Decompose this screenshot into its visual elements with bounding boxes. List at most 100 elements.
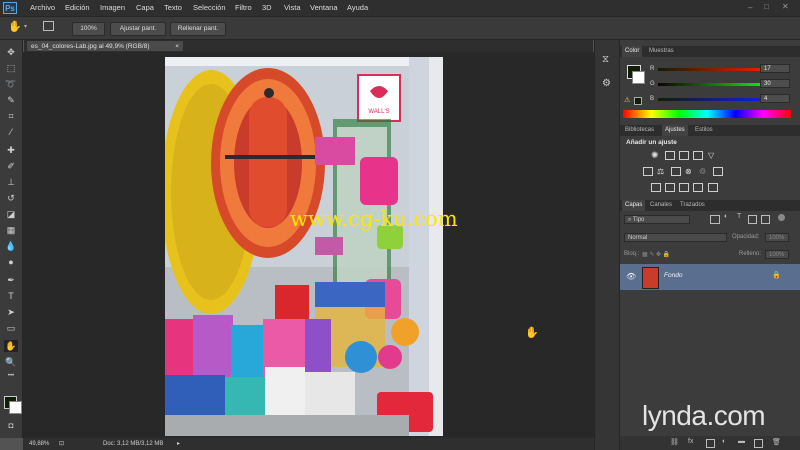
channel-b-value[interactable]: 4: [760, 94, 790, 103]
opacity-field[interactable]: 100%: [765, 233, 789, 242]
pen-tool-icon[interactable]: ✒: [4, 274, 18, 286]
brush-tool-icon[interactable]: ✐: [4, 160, 18, 172]
filter-shape-icon[interactable]: [748, 215, 757, 224]
menu-texto[interactable]: Texto: [164, 3, 182, 12]
gradient-map-icon[interactable]: [708, 183, 718, 192]
background-color-swatch[interactable]: [9, 401, 22, 414]
levels-icon[interactable]: [665, 151, 675, 160]
fill-field[interactable]: 100%: [765, 250, 789, 259]
tab-paths[interactable]: Trazados: [677, 200, 708, 211]
zoom-100-button[interactable]: 100%: [72, 22, 105, 36]
menu-ventana[interactable]: Ventana: [310, 3, 338, 12]
history-panel-icon[interactable]: ⧖: [602, 54, 609, 65]
lasso-tool-icon[interactable]: ➰: [4, 78, 18, 90]
maximize-icon[interactable]: □: [764, 2, 769, 11]
layer-filter-select[interactable]: ⌕ Tipo: [624, 215, 690, 224]
filter-type-icon[interactable]: T: [737, 213, 741, 220]
threshold-icon[interactable]: [679, 183, 689, 192]
close-window-icon[interactable]: ✕: [782, 2, 789, 11]
menu-vista[interactable]: Vista: [284, 3, 301, 12]
quick-selection-icon[interactable]: ✎: [4, 94, 18, 106]
dodge-tool-icon[interactable]: ●: [4, 256, 18, 268]
menu-3d[interactable]: 3D: [262, 3, 272, 12]
visibility-eye-icon[interactable]: 👁: [626, 272, 636, 281]
move-tool-icon[interactable]: ✥: [4, 46, 18, 58]
healing-brush-icon[interactable]: ✚: [4, 144, 18, 156]
tab-layers[interactable]: Capas: [622, 200, 646, 211]
clone-stamp-icon[interactable]: ⊥: [4, 176, 18, 188]
add-mask-icon[interactable]: [706, 439, 715, 448]
menu-ayuda[interactable]: Ayuda: [347, 3, 368, 12]
document-tab[interactable]: es_04_colores-Lab.jpg al 49,9% (RGB/8) ×: [26, 40, 184, 51]
new-layer-icon[interactable]: [754, 439, 763, 448]
filter-pixel-icon[interactable]: [710, 215, 720, 224]
filter-smart-icon[interactable]: [761, 215, 770, 224]
layer-row[interactable]: 👁 Fondo 🔒: [620, 264, 800, 290]
fill-screen-button[interactable]: Rellenar pant.: [170, 22, 226, 36]
photo-filter-icon[interactable]: ⊗: [685, 167, 695, 176]
type-tool-icon[interactable]: T: [4, 290, 18, 302]
eyedropper-tool-icon[interactable]: ⁄: [4, 126, 18, 138]
tab-channels[interactable]: Canales: [647, 200, 675, 211]
menu-imagen[interactable]: Imagen: [100, 3, 125, 12]
new-adjustment-icon[interactable]: ◐: [722, 438, 726, 445]
filter-adjust-icon[interactable]: ◐: [724, 213, 728, 220]
close-tab-icon[interactable]: ×: [175, 41, 179, 52]
color-lookup-icon[interactable]: [713, 167, 723, 176]
edit-toolbar-icon[interactable]: •••: [4, 370, 18, 382]
menu-edicion[interactable]: Edición: [65, 3, 90, 12]
black-white-icon[interactable]: [671, 167, 681, 176]
blur-tool-icon[interactable]: 💧: [4, 240, 18, 252]
fit-screen-button[interactable]: Ajustar pant.: [110, 22, 166, 36]
rectangle-tool-icon[interactable]: ▭: [4, 322, 18, 334]
chevron-down-icon[interactable]: ▾: [24, 23, 27, 30]
fx-icon[interactable]: fx: [688, 438, 693, 445]
tab-libraries[interactable]: Bibliotecas: [622, 125, 657, 136]
brightness-icon[interactable]: ✺: [651, 151, 661, 160]
channel-r-slider[interactable]: [658, 68, 773, 71]
gradient-tool-icon[interactable]: ▦: [4, 224, 18, 236]
selective-color-icon[interactable]: [693, 183, 703, 192]
color-background-swatch[interactable]: [632, 71, 645, 84]
blend-mode-select[interactable]: Normal: [624, 233, 727, 242]
trash-icon[interactable]: 🗑: [772, 438, 781, 446]
menu-capa[interactable]: Capa: [136, 3, 154, 12]
vibrance-icon[interactable]: ▽: [708, 151, 718, 160]
marquee-tool-icon[interactable]: ⬚: [4, 62, 18, 74]
hand-tool-icon[interactable]: ✋: [8, 20, 22, 33]
minimize-icon[interactable]: ‒: [748, 3, 752, 12]
zoom-level[interactable]: 49,88%: [29, 438, 49, 450]
layer-name[interactable]: Fondo: [664, 272, 682, 279]
properties-panel-icon[interactable]: ⚙: [602, 78, 611, 89]
menu-archivo[interactable]: Archivo: [30, 3, 55, 12]
new-group-icon[interactable]: ▬: [738, 438, 745, 445]
crop-tool-icon[interactable]: ⌗: [4, 110, 18, 122]
zoom-tool-icon[interactable]: 🔍: [4, 356, 18, 368]
eraser-tool-icon[interactable]: ◪: [4, 208, 18, 220]
quick-mask-icon[interactable]: ◘: [4, 420, 18, 432]
menu-seleccion[interactable]: Selección: [193, 3, 226, 12]
hand-tool-icon[interactable]: ✋: [4, 340, 18, 352]
color-balance-icon[interactable]: ⚖: [657, 167, 667, 176]
channel-b-slider[interactable]: [658, 98, 773, 101]
channel-mixer-icon[interactable]: ♲: [699, 167, 709, 176]
channel-g-slider[interactable]: [658, 83, 773, 86]
filter-toggle[interactable]: [778, 214, 785, 221]
color-spectrum-bar[interactable]: [623, 110, 791, 118]
menu-filtro[interactable]: Filtro: [235, 3, 252, 12]
channel-g-value[interactable]: 30: [760, 79, 790, 88]
exposure-icon[interactable]: [693, 151, 703, 160]
tab-swatches[interactable]: Muestras: [646, 46, 677, 57]
link-layers-icon[interactable]: ⛓: [670, 438, 679, 446]
channel-r-value[interactable]: 17: [760, 64, 790, 73]
tab-color[interactable]: Color: [622, 46, 643, 57]
web-safe-swatch[interactable]: [634, 97, 642, 105]
hue-saturation-icon[interactable]: [643, 167, 653, 176]
posterize-icon[interactable]: [665, 183, 675, 192]
history-brush-icon[interactable]: ↺: [4, 192, 18, 204]
invert-icon[interactable]: [651, 183, 661, 192]
lock-icons[interactable]: ▦ ✎ ✥ 🔒: [642, 251, 670, 258]
tab-adjustments[interactable]: Ajustes: [662, 125, 688, 136]
tab-styles[interactable]: Estilos: [692, 125, 716, 136]
status-arrow-icon[interactable]: ▸: [177, 438, 180, 450]
